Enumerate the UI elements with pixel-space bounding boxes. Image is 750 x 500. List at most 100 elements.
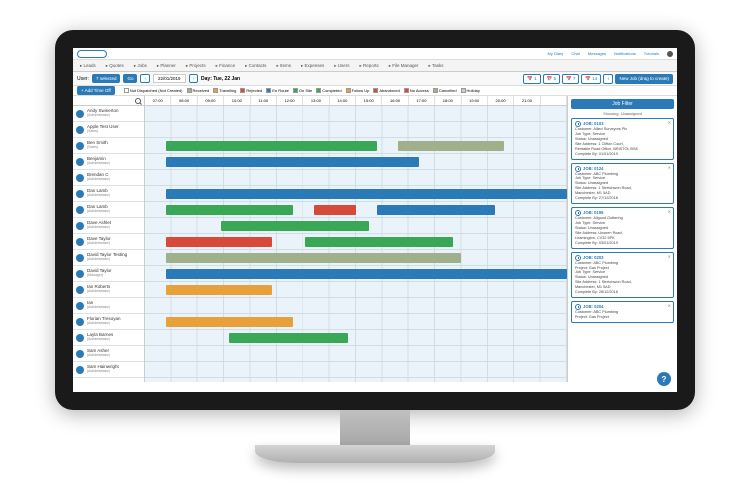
grid-row[interactable] [145,330,567,346]
grid-row[interactable] [145,266,567,282]
job-card[interactable]: ✕JOB: 0155Customer: Allgood GutteringJob… [571,207,674,249]
view-7[interactable]: 📅 7 [562,74,579,84]
user-row[interactable]: Ian(Administrator) [73,298,144,314]
user-row[interactable]: Dave Ashlet(Administrator) [73,218,144,234]
user-row[interactable]: Sam Hainwright(Administrator) [73,362,144,378]
date-input[interactable]: 22/01/2019 [153,74,186,83]
user-row[interactable]: Andy Swinerton(Administrator) [73,106,144,122]
close-icon[interactable]: ✕ [668,303,671,308]
nav-tasks[interactable]: ▸ Tasks [426,62,447,70]
job-card[interactable]: ✕JOB: 0204Customer: ABC PlumbingProject:… [571,301,674,323]
user-role: (Administrator) [87,210,110,214]
nav-file-manager[interactable]: ▸ File Manager [386,62,422,70]
grid-row[interactable] [145,202,567,218]
grid-row[interactable] [145,362,567,378]
job-bar[interactable] [166,141,377,151]
user-row[interactable]: Benjamin(Administrator) [73,154,144,170]
notifications-link[interactable]: Notifications [614,51,636,56]
grid-row[interactable] [145,170,567,186]
grid-row[interactable] [145,298,567,314]
user-row[interactable]: Dan Lamb(Administrator) [73,202,144,218]
job-bar[interactable] [166,237,272,247]
go-button[interactable]: Go [123,74,137,83]
nav-finance[interactable]: ▸ Finance [213,62,239,70]
grid-row[interactable] [145,282,567,298]
user-icon[interactable] [667,51,673,57]
job-bar[interactable] [166,157,419,167]
job-bar[interactable] [166,253,461,263]
job-bar[interactable] [398,141,504,151]
date-next[interactable]: › [189,74,199,83]
job-bar[interactable] [166,269,567,279]
grid-row[interactable] [145,106,567,122]
new-job-button[interactable]: New Job (drag to create) [615,74,673,84]
job-filter-header[interactable]: Job Filter [571,99,674,109]
user-row[interactable]: Dave Taylor(Administrator) [73,234,144,250]
nav-quotes[interactable]: ▸ Quotes [103,62,127,70]
user-row[interactable]: Ian Roberts(Administrator) [73,282,144,298]
grid-row[interactable] [145,378,567,382]
view-14[interactable]: 📅 14 [581,74,601,84]
user-row[interactable]: David Taylor(Manager) [73,266,144,282]
job-card[interactable]: ✕JOB: 0103Customer: Allied Surveyors Plc… [571,118,674,160]
help-button[interactable]: ? [657,372,671,386]
nav-users[interactable]: ▸ Users [331,62,352,70]
grid-row[interactable] [145,234,567,250]
search-icon[interactable] [135,98,141,104]
user-select[interactable]: 7 selected [92,74,121,83]
gantt-grid[interactable]: 07:0008:0009:0010:0011:0012:0013:0014:00… [145,96,567,382]
grid-row[interactable] [145,346,567,362]
view-toggle[interactable]: ↕ [603,74,613,84]
grid-row[interactable] [145,122,567,138]
job-bar[interactable] [166,189,567,199]
job-bar[interactable] [377,205,495,215]
user-row[interactable]: Brendan C(Administrator) [73,170,144,186]
job-card[interactable]: ✕JOB: 0124Customer: ABC PlumbingJob Type… [571,163,674,205]
job-bar[interactable] [166,285,272,295]
user-row[interactable]: Layla Barnes(Administrator) [73,330,144,346]
job-bar[interactable] [166,317,293,327]
grid-row[interactable] [145,218,567,234]
grid-row[interactable] [145,154,567,170]
date-prev[interactable]: ‹ [140,74,150,83]
user-row[interactable]: Dan Lamb(Administrator) [73,186,144,202]
nav-reports[interactable]: ▸ Reports [357,62,382,70]
close-icon[interactable]: ✕ [668,120,671,125]
job-bar[interactable] [314,205,356,215]
view-1[interactable]: 📅 1 [523,74,540,84]
job-card[interactable]: ✕JOB: 0203Customer: ABC PlumbingProject:… [571,252,674,298]
tutorials-link[interactable]: Tutorials [644,51,659,56]
add-time-off-button[interactable]: + Add Time Off [77,86,115,95]
nav-planner[interactable]: ▸ Planner [154,62,179,70]
nav-contacts[interactable]: ▸ Contacts [242,62,269,70]
user-row[interactable]: David Taylor Testing(Administrator) [73,250,144,266]
grid-row[interactable] [145,186,567,202]
user-row[interactable]: Simon Duffy [73,378,144,382]
job-bar[interactable] [229,333,347,343]
close-icon[interactable]: ✕ [668,254,671,259]
close-icon[interactable]: ✕ [668,165,671,170]
avatar [76,382,84,383]
nav-jobs[interactable]: ▸ Jobs [131,62,150,70]
user-row[interactable]: Florian Tresoyan(Administrator) [73,314,144,330]
close-icon[interactable]: ✕ [668,209,671,214]
grid-row[interactable] [145,314,567,330]
chat-link[interactable]: Chat [571,51,579,56]
my-diary-link[interactable]: My Diary [548,51,564,56]
view-5[interactable]: 📅 5 [543,74,560,84]
messages-link[interactable]: Messages [588,51,606,56]
nav-projects[interactable]: ▸ Projects [183,62,209,70]
user-row[interactable]: Sam Asher(Administrator) [73,346,144,362]
job-bar[interactable] [305,237,453,247]
user-row[interactable]: Ben Smith(Sales) [73,138,144,154]
job-bar[interactable] [166,205,293,215]
grid-row[interactable] [145,250,567,266]
user-row[interactable]: Apple Test User(Sales) [73,122,144,138]
nav-leads[interactable]: ▸ Leads [77,62,99,70]
job-bar[interactable] [221,221,369,231]
nav-expenses[interactable]: ▸ Expenses [298,62,327,70]
nav-items[interactable]: ▸ Items [273,62,294,70]
grid-row[interactable] [145,138,567,154]
job-line: Complete By: 28/12/2018 [575,290,670,295]
avatar [76,334,84,342]
